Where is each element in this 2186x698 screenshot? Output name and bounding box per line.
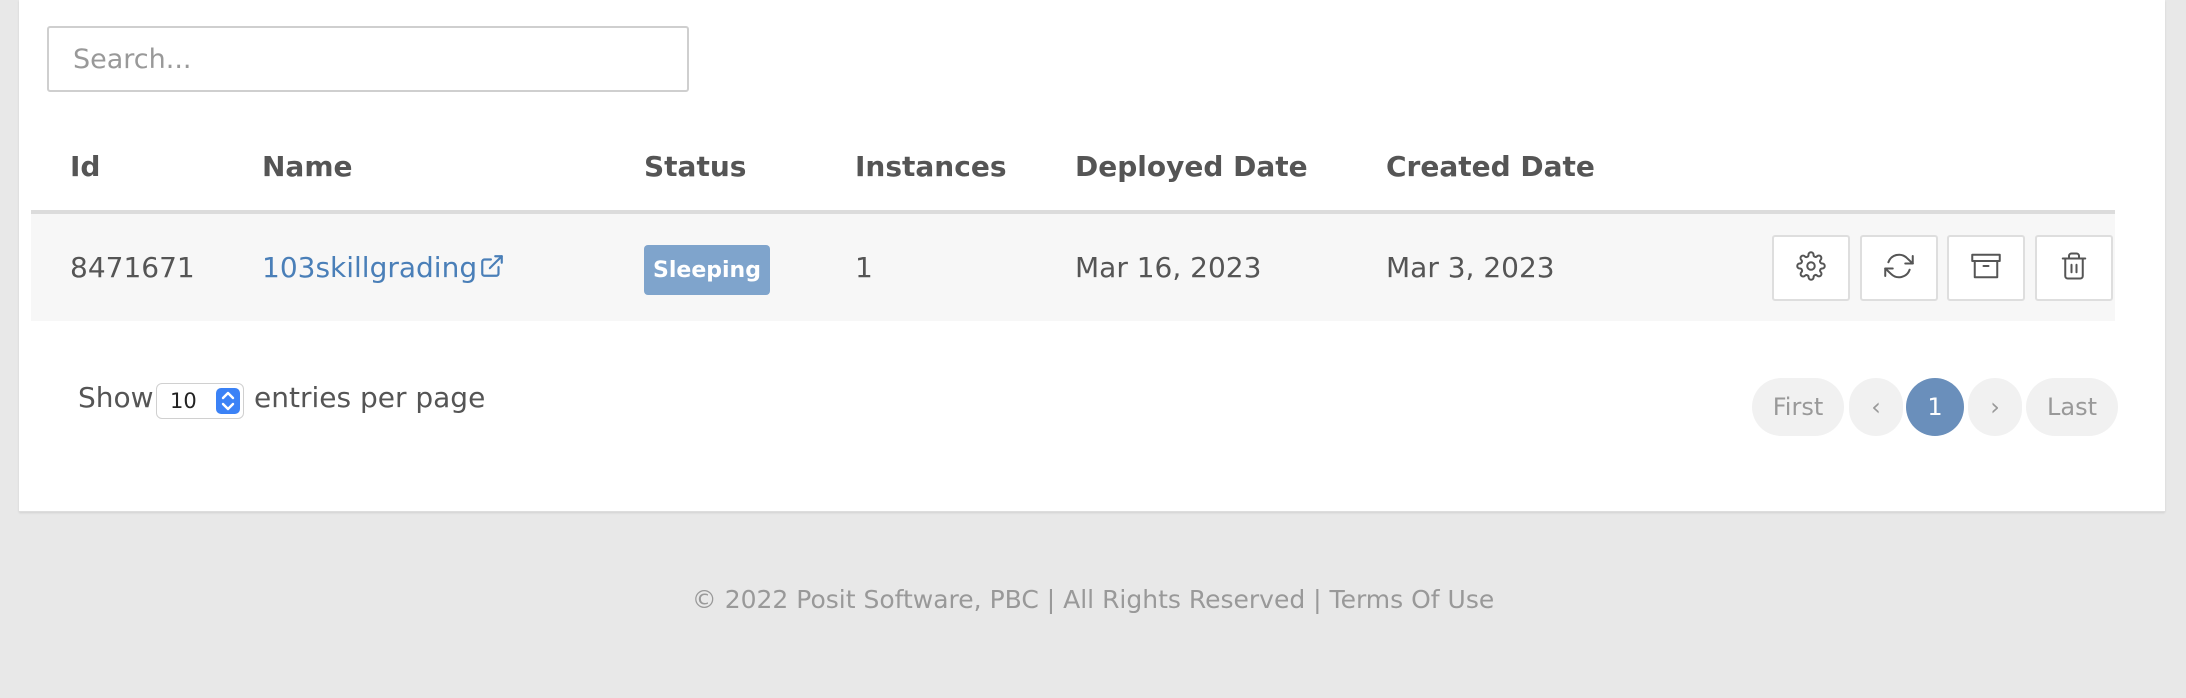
page-last-button[interactable]: Last [2026,378,2118,436]
external-link-icon[interactable] [479,253,505,279]
page-first-button[interactable]: First [1752,378,1844,436]
cell-deployed-date: Mar 16, 2023 [1075,251,1262,284]
column-header-id[interactable]: Id [70,150,100,183]
show-label: Show [78,381,154,414]
footer-text: © 2022 Posit Software, PBC | All Rights … [691,585,1495,614]
column-header-name[interactable]: Name [262,150,353,183]
gear-icon [1796,251,1826,285]
restart-button[interactable] [1860,235,1938,301]
app-name-link[interactable]: 103skillgrading [262,251,477,284]
page-1-button[interactable]: 1 [1906,378,1964,436]
column-header-status[interactable]: Status [644,150,746,183]
column-header-created-date[interactable]: Created Date [1386,150,1595,183]
select-arrows-icon [216,388,240,414]
cell-id: 8471671 [70,251,195,284]
archive-button[interactable] [1947,235,2025,301]
archive-icon [1971,251,2001,285]
page-prev-button[interactable]: ‹ [1849,378,1903,436]
column-header-instances[interactable]: Instances [855,150,1006,183]
entries-per-page-label: entries per page [254,381,486,414]
entries-per-page-select[interactable]: 10 [156,383,244,419]
search-input[interactable] [47,26,689,92]
status-badge: Sleeping [644,245,770,295]
trash-icon [2059,251,2089,285]
delete-button[interactable] [2035,235,2113,301]
column-header-deployed-date[interactable]: Deployed Date [1075,150,1308,183]
entries-per-page-value: 10 [170,389,197,413]
refresh-icon [1884,251,1914,285]
page-next-button[interactable]: › [1968,378,2022,436]
cell-created-date: Mar 3, 2023 [1386,251,1555,284]
cell-instances: 1 [855,251,873,284]
settings-button[interactable] [1772,235,1850,301]
